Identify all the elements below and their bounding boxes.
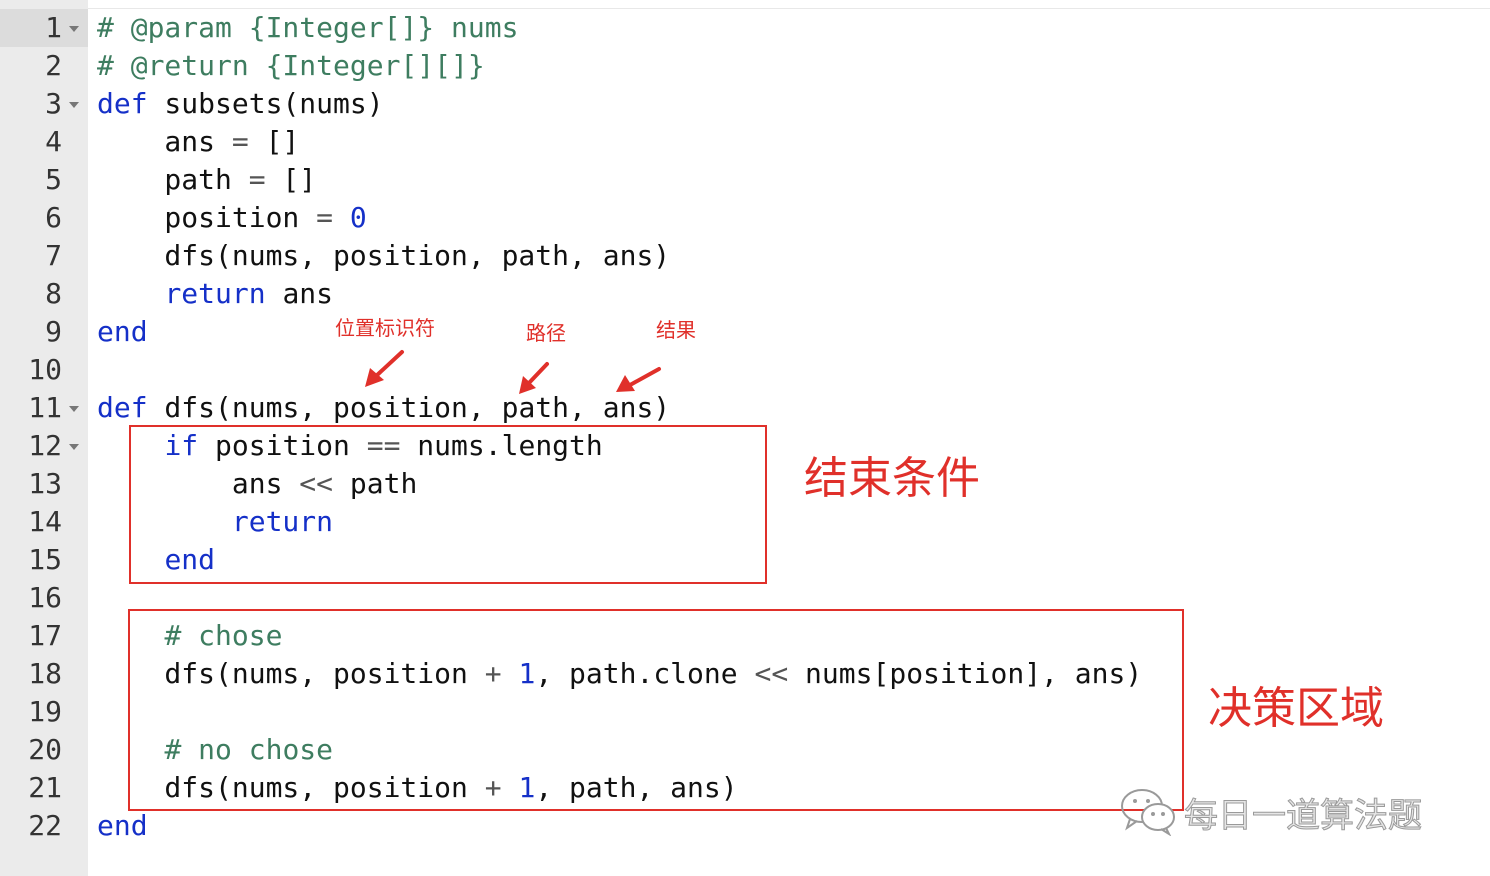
- line-number: 3: [45, 87, 62, 120]
- line-number: 15: [28, 543, 62, 576]
- watermark-text: 每日一道算法题: [1184, 796, 1423, 837]
- line-number: 22: [28, 809, 62, 842]
- line-number: 6: [45, 201, 62, 234]
- line-number: 2: [45, 49, 62, 82]
- code-token: =: [248, 163, 266, 196]
- code-token: []: [248, 125, 300, 158]
- line-number: 19: [28, 695, 62, 728]
- line-number: 5: [45, 163, 62, 196]
- code-line[interactable]: def dfs(nums, position, path, ans): [97, 389, 670, 427]
- line-number: 1: [45, 11, 62, 44]
- end-condition-box: [129, 425, 767, 584]
- code-token: 0: [349, 201, 367, 234]
- line-number: 7: [45, 239, 62, 272]
- line-number: 17: [28, 619, 62, 652]
- code-token: end: [97, 315, 148, 348]
- wechat-icon: [1121, 789, 1175, 836]
- code-token: ans: [265, 277, 334, 310]
- fold-arrow-icon[interactable]: [69, 444, 79, 450]
- code-token: def: [97, 391, 148, 424]
- code-token: =: [316, 201, 334, 234]
- code-token: dfs(nums, position, path, ans): [97, 239, 671, 272]
- code-token: path: [97, 163, 249, 196]
- code-token: # @return {Integer[][]}: [97, 49, 485, 82]
- annotation-end-condition: 结束条件: [804, 453, 980, 504]
- code-token: ans: [97, 125, 232, 158]
- code-line[interactable]: dfs(nums, position, path, ans): [97, 237, 670, 275]
- code-line[interactable]: return ans: [97, 275, 333, 313]
- annotation-position-label: 位置标识符: [335, 316, 435, 340]
- code-token: []: [265, 163, 317, 196]
- code-token: subsets(nums): [147, 87, 384, 120]
- line-number: 21: [28, 771, 62, 804]
- code-token: end: [97, 809, 148, 842]
- code-token: return: [164, 277, 266, 310]
- code-token: position: [97, 201, 317, 234]
- line-number: 4: [45, 125, 62, 158]
- line-number: 13: [28, 467, 62, 500]
- code-editor[interactable]: 1 2 3 4 5 6 7 8 9 10 11 12 13 14 15 16 17 18 19 20 21 22 # @p…: [0, 0, 1490, 876]
- decision-area-box: [128, 609, 1184, 811]
- line-number: 16: [28, 581, 62, 614]
- code-line[interactable]: end: [97, 313, 148, 351]
- watermark: 每日一道算法题: [1118, 786, 1448, 837]
- code-line[interactable]: path = []: [97, 161, 316, 199]
- annotation-ans-label: 结果: [656, 318, 696, 342]
- line-number: 20: [28, 733, 62, 766]
- code-token: # @param {Integer[]} nums: [97, 11, 519, 44]
- annotation-decision-area: 决策区域: [1208, 683, 1384, 734]
- fold-arrow-icon[interactable]: [69, 406, 79, 412]
- line-number: 8: [45, 277, 62, 310]
- code-token: dfs(nums, position, path, ans): [147, 391, 671, 424]
- line-number: 10: [28, 353, 62, 386]
- line-number: 11: [28, 391, 62, 424]
- code-line[interactable]: ans = []: [97, 123, 299, 161]
- arrow-ans-icon: [616, 367, 661, 392]
- arrow-position-icon: [365, 350, 404, 387]
- line-number: 9: [45, 315, 62, 348]
- line-number: 18: [28, 657, 62, 690]
- line-number: 14: [28, 505, 62, 538]
- code-token: def: [97, 87, 148, 120]
- fold-arrow-icon[interactable]: [69, 102, 79, 108]
- fold-arrow-icon[interactable]: [69, 26, 79, 32]
- arrow-path-icon: [519, 362, 549, 394]
- annotation-path-label: 路径: [526, 321, 566, 345]
- code-token: =: [231, 125, 249, 158]
- code-line[interactable]: def subsets(nums): [97, 85, 384, 123]
- code-line[interactable]: # @return {Integer[][]}: [97, 47, 485, 85]
- code-line[interactable]: # @param {Integer[]} nums: [97, 9, 518, 47]
- line-number: 12: [28, 429, 62, 462]
- code-line[interactable]: end: [97, 807, 148, 845]
- code-line[interactable]: position = 0: [97, 199, 367, 237]
